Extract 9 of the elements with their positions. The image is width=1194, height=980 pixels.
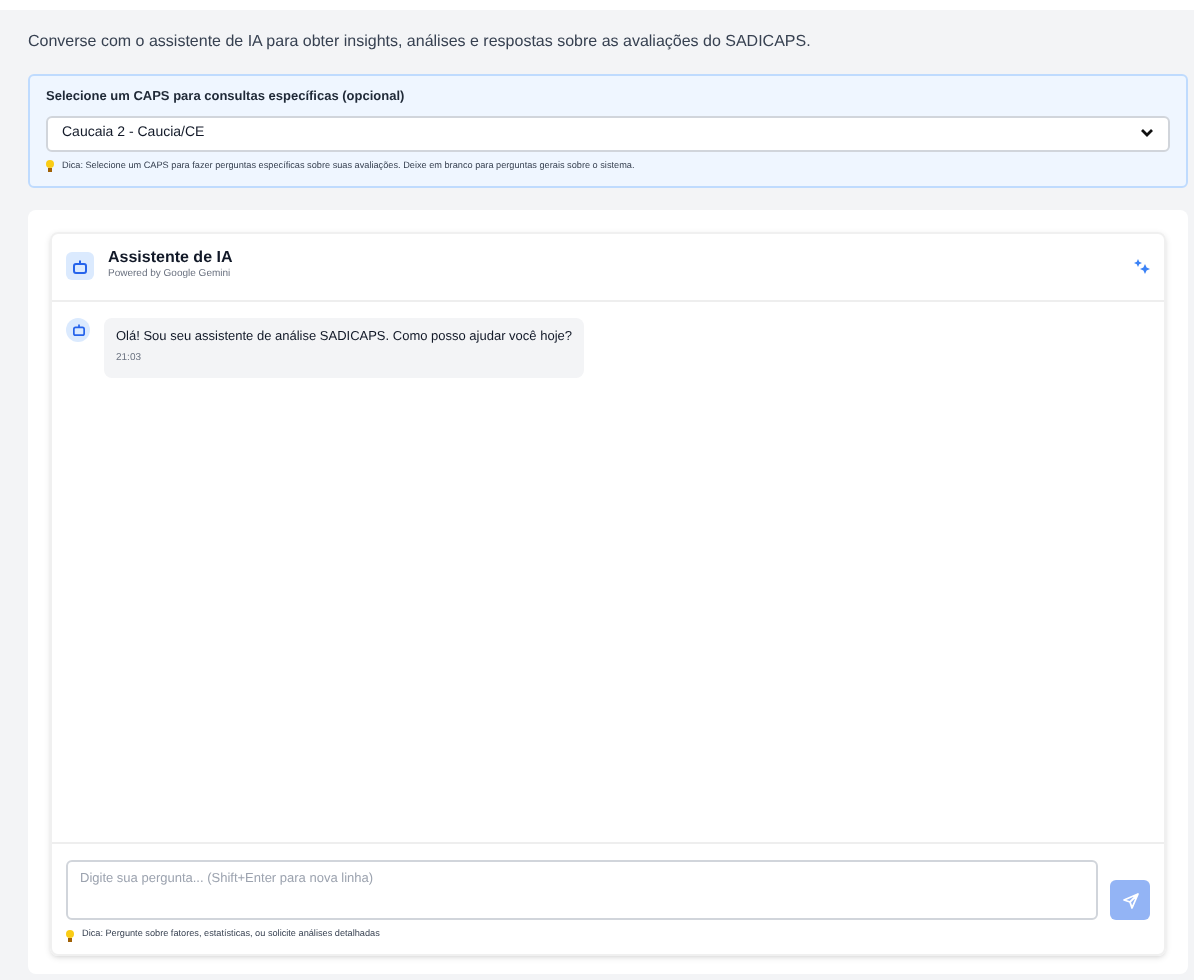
chat-title: Assistente de IA <box>108 248 235 268</box>
sparkles-icon[interactable] <box>1134 258 1150 275</box>
send-icon <box>1121 891 1139 910</box>
robot-icon <box>71 323 85 336</box>
robot-icon <box>72 259 88 274</box>
intro-text: Converse com o assistente de IA para obter insights, análises e respostas sobre as avaliações do SADICAPS. <box>28 30 813 54</box>
lightbulb-icon <box>46 160 54 173</box>
chevron-down-icon <box>1140 128 1154 139</box>
lightbulb-icon <box>66 929 74 942</box>
